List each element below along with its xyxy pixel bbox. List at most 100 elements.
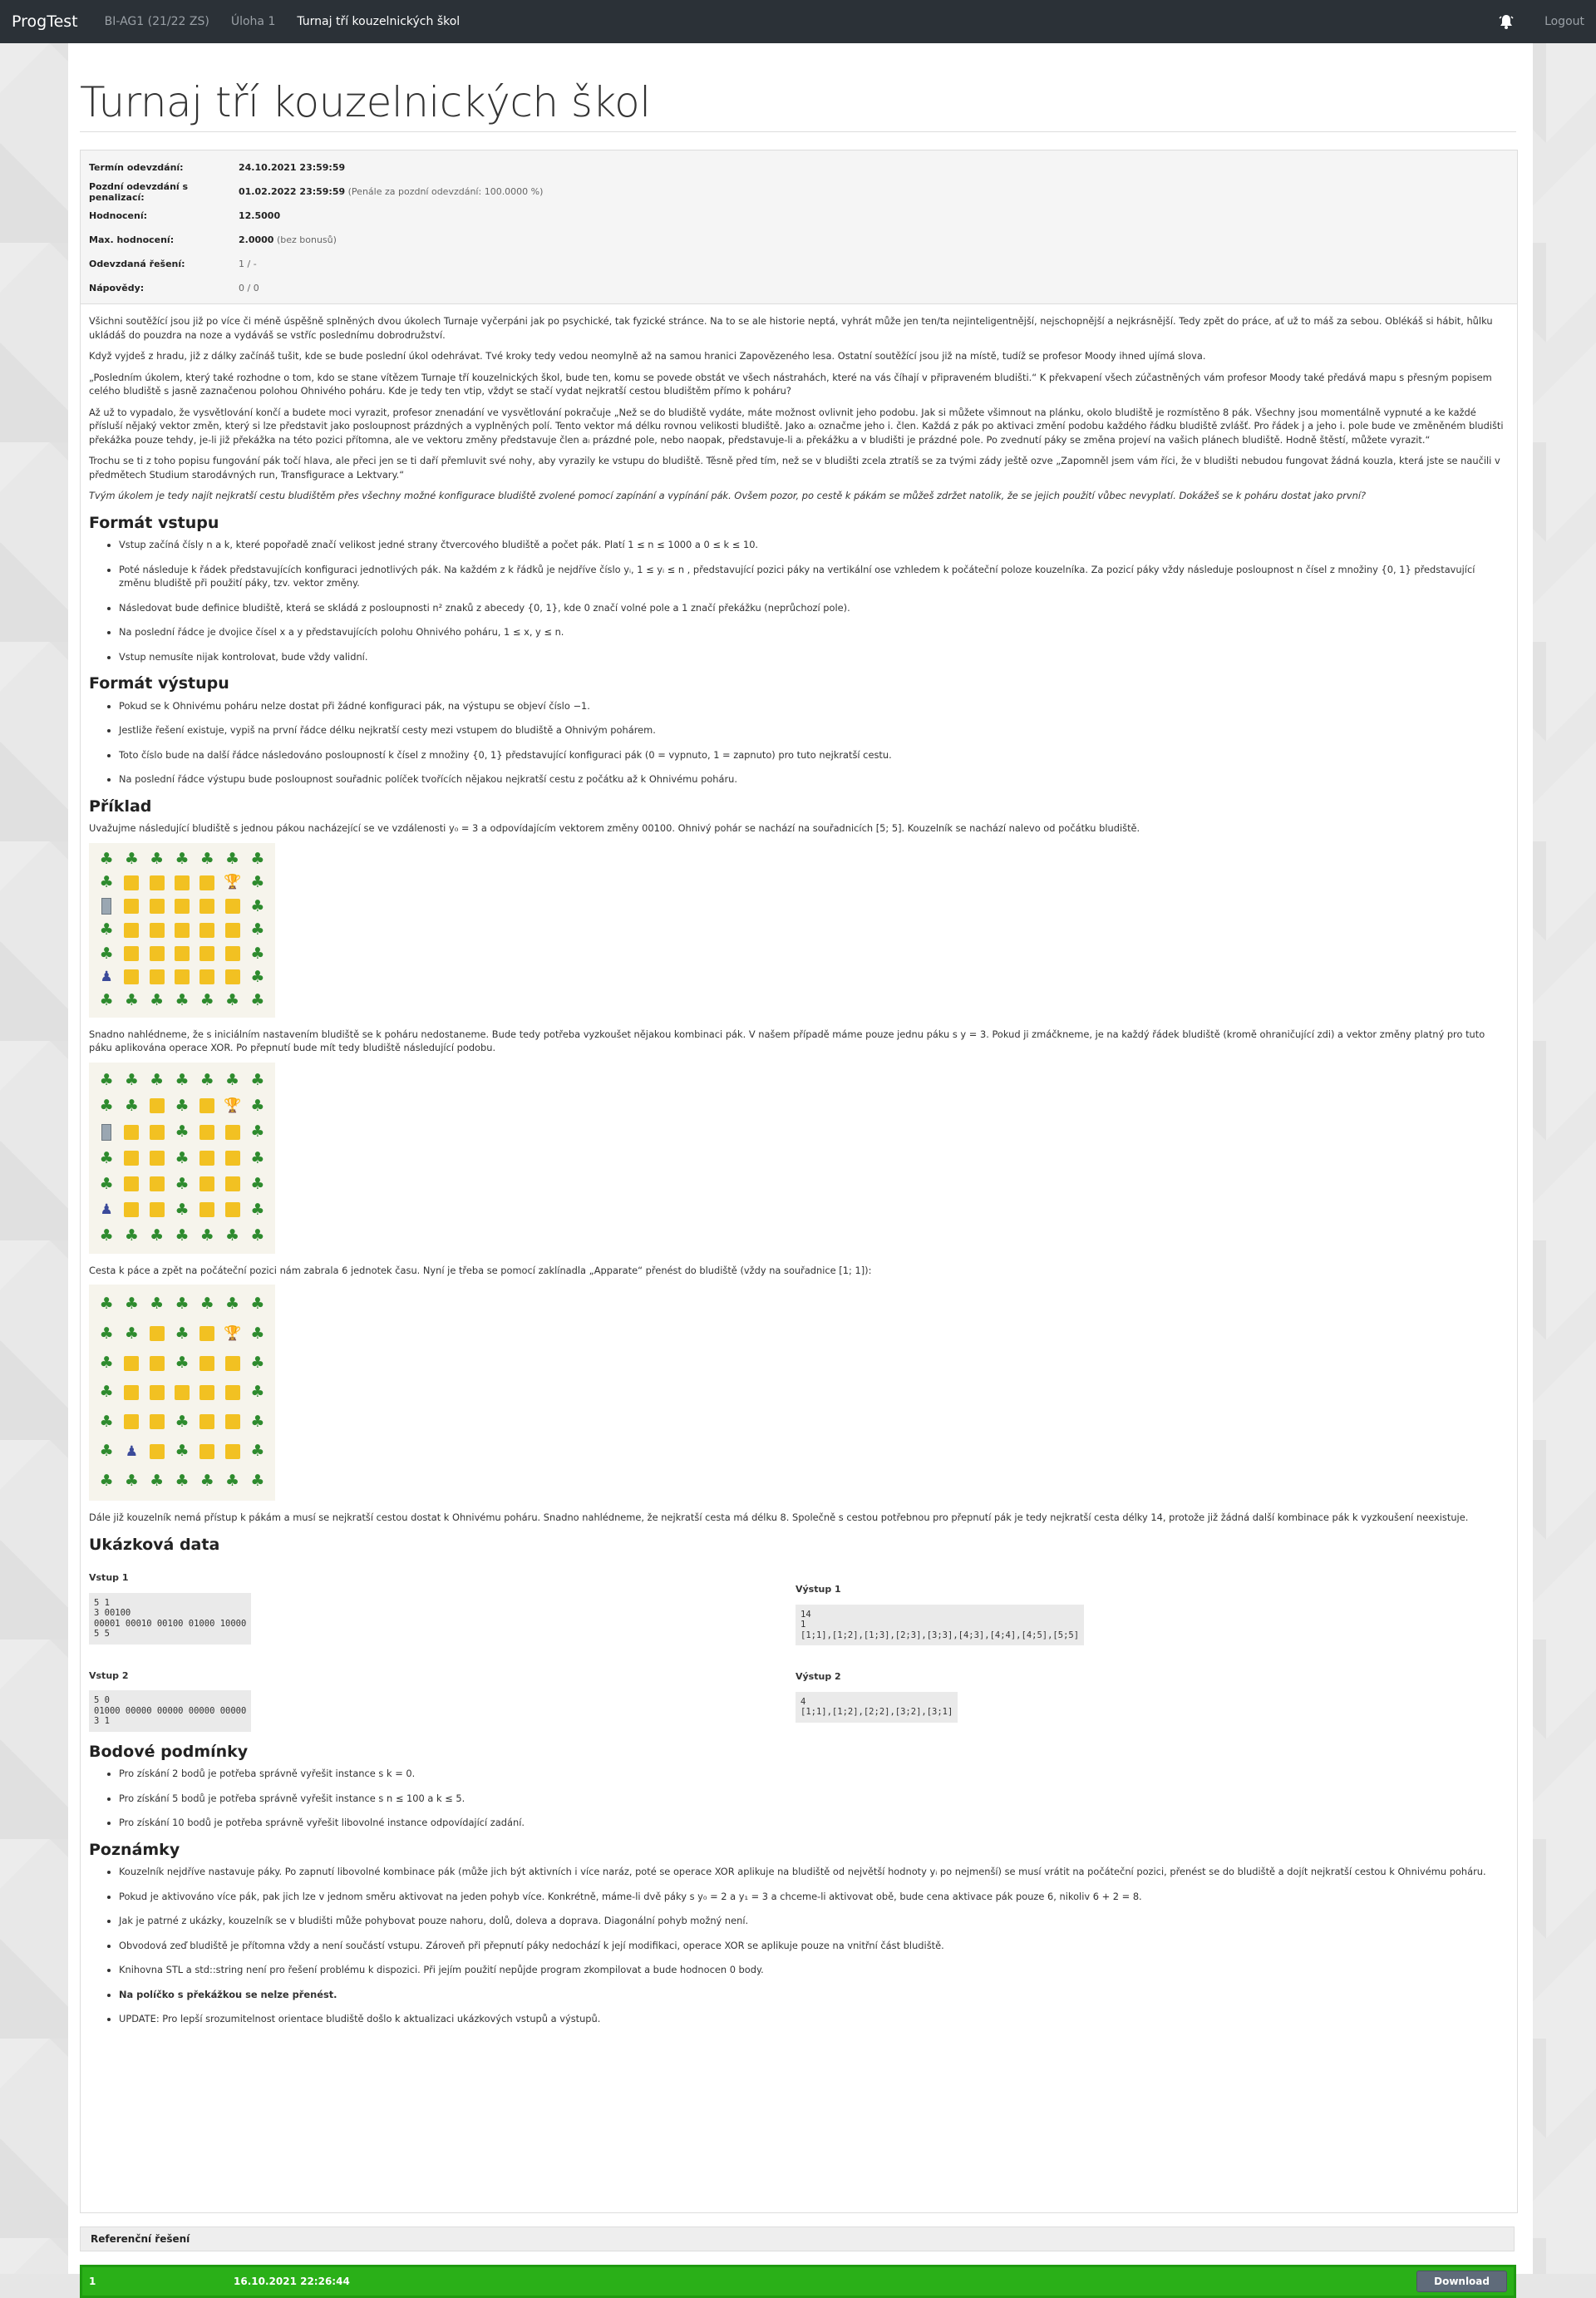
sample-output-1: 14 1 [1;1],[1;2],[1;3],[2;3],[3;3],[4;3]…: [796, 1604, 1085, 1645]
brand-logo[interactable]: ProgTest: [12, 12, 78, 31]
free-cell: [124, 899, 140, 915]
list-item: Pokud se k Ohnivému poháru nelze dostat …: [119, 699, 1509, 713]
maze-cell: [195, 871, 219, 895]
info-label: Nápovědy:: [89, 283, 145, 293]
maze-cell: ♣: [94, 1146, 119, 1171]
logout-link[interactable]: Logout: [1544, 15, 1584, 28]
maze-cell: [145, 1093, 170, 1119]
maze-cell: [119, 1119, 144, 1146]
maze-cell: ♣: [170, 1171, 195, 1197]
maze-cell: [119, 1171, 144, 1197]
tree-icon: ♣: [250, 1225, 265, 1245]
maze-cell: [195, 1146, 219, 1171]
tree-icon: ♣: [175, 1122, 190, 1141]
bell-icon[interactable]: [1498, 13, 1515, 30]
list-item: Jestliže řešení existuje, vypiš na první…: [119, 723, 1509, 737]
tree-icon: ♣: [225, 990, 240, 1009]
maze-cell: ♣: [145, 1290, 170, 1319]
maze-cell: ♣: [119, 1093, 144, 1119]
free-cell: [124, 1124, 140, 1140]
maze-cell: [219, 1171, 244, 1197]
tree-icon: ♣: [175, 1324, 190, 1343]
maze-cell: ♣: [119, 1319, 144, 1348]
tree-icon: ♣: [175, 1148, 190, 1167]
maze-cell: [145, 1197, 170, 1223]
trophy-icon: 🏆: [223, 1097, 242, 1114]
tree-icon: ♣: [124, 990, 139, 1009]
maze-cell: ♣: [245, 1171, 270, 1197]
free-cell: [200, 946, 215, 962]
maze-cell: ♟: [119, 1437, 144, 1466]
maze-cell: ♣: [119, 1290, 144, 1319]
maze-cell: [219, 965, 244, 989]
tree-icon: ♣: [250, 873, 265, 892]
tree-icon: ♣: [99, 1324, 114, 1343]
tree-icon: ♣: [150, 1471, 165, 1490]
info-value: 24.10.2021 23:59:59: [239, 162, 346, 173]
maze-cell: [145, 1408, 170, 1437]
notes-heading: Poznámky: [89, 1840, 180, 1859]
info-row-late: Pozdní odevzdání s penalizací: 01.02.202…: [81, 180, 1517, 204]
list-item: Vstup nemusíte nijak kontrolovat, bude v…: [119, 650, 1509, 664]
list-item: Kouzelník nejdříve nastavuje páky. Po za…: [119, 1865, 1509, 1879]
tree-icon: ♣: [250, 1174, 265, 1193]
trophy-icon: 🏆: [223, 874, 242, 891]
intro-paragraph: Trochu se ti z toho popisu fungování pák…: [89, 455, 1500, 481]
maze-cell: ♣: [245, 1068, 270, 1093]
free-cell: [224, 1414, 240, 1430]
tree-icon: ♣: [250, 896, 265, 915]
free-cell: [124, 875, 140, 890]
maze-cell: ♣: [245, 1197, 270, 1223]
intro-paragraph-italic: Tvým úkolem je tedy najít nejkratší cest…: [89, 490, 1367, 501]
tree-icon: ♣: [250, 1122, 265, 1141]
intro-paragraph: Všichni soutěžící jsou již po více či mé…: [89, 315, 1493, 341]
maze-cell: ♣: [219, 1068, 244, 1093]
maze-cell: ♣: [245, 871, 270, 895]
tree-icon: ♣: [175, 1070, 190, 1089]
list-item: Jak je patrné z ukázky, kouzelník se v b…: [119, 1914, 1509, 1928]
tree-icon: ♣: [250, 1354, 265, 1373]
title-divider: [80, 131, 1516, 132]
tree-icon: ♣: [250, 920, 265, 939]
free-cell: [124, 969, 140, 985]
maze-cell: [195, 1119, 219, 1146]
maze-cell: ♣: [245, 1437, 270, 1466]
maze-cell: ♣: [219, 1223, 244, 1249]
free-cell: [149, 1355, 165, 1371]
maze-cell: ♣: [94, 1437, 119, 1466]
tree-icon: ♣: [99, 1070, 114, 1089]
maze-cell: [119, 1146, 144, 1171]
maze-cell: 🏆: [219, 871, 244, 895]
tree-icon: ♣: [250, 1442, 265, 1461]
tree-icon: ♣: [99, 850, 114, 869]
tree-icon: ♣: [175, 1412, 190, 1431]
maze-cell: [119, 871, 144, 895]
free-cell: [200, 1355, 215, 1371]
free-cell: [224, 969, 240, 985]
maze-cell: 🏆: [219, 1319, 244, 1348]
maze-cell: ♣: [94, 1093, 119, 1119]
maze-grid-apparate: ♣ ♣ ♣ ♣ ♣ ♣ ♣ ♣ ♣ ♣ 🏆 ♣ ♣ ♣ ♣ ♣ ♣ ♣ ♣ ♣ ♣ ♟ ♣ ♣ ♣ ♣ ♣ ♣ ♣ ♣ ♣: [89, 1285, 275, 1501]
nav-link-course[interactable]: BI-AG1 (21/22 ZS): [105, 15, 209, 28]
maze-cell: [195, 919, 219, 942]
tree-icon: ♣: [99, 873, 114, 892]
tree-icon: ♣: [250, 1294, 265, 1314]
tree-icon: ♣: [99, 1471, 114, 1490]
nav-link-task[interactable]: Úloha 1: [231, 15, 276, 28]
nav-link-current[interactable]: Turnaj tří kouzelnických škol: [297, 15, 460, 28]
maze-cell: [219, 1408, 244, 1437]
info-value: 01.02.2022 23:59:59: [239, 186, 346, 197]
info-extra: 1 / -: [239, 259, 257, 269]
free-cell: [149, 899, 165, 915]
tree-icon: ♣: [250, 1200, 265, 1219]
maze-cell: ♣: [219, 848, 244, 871]
maze-cell: [145, 1146, 170, 1171]
notes-list: Kouzelník nejdříve nastavuje páky. Po za…: [89, 1865, 1509, 2026]
maze-cell: [195, 1171, 219, 1197]
free-cell: [200, 922, 215, 938]
maze-cell: [119, 1378, 144, 1407]
free-cell: [124, 1355, 140, 1371]
free-cell: [149, 1414, 165, 1430]
entrance-door-icon: [101, 898, 112, 915]
maze-cell: ♣: [119, 989, 144, 1012]
